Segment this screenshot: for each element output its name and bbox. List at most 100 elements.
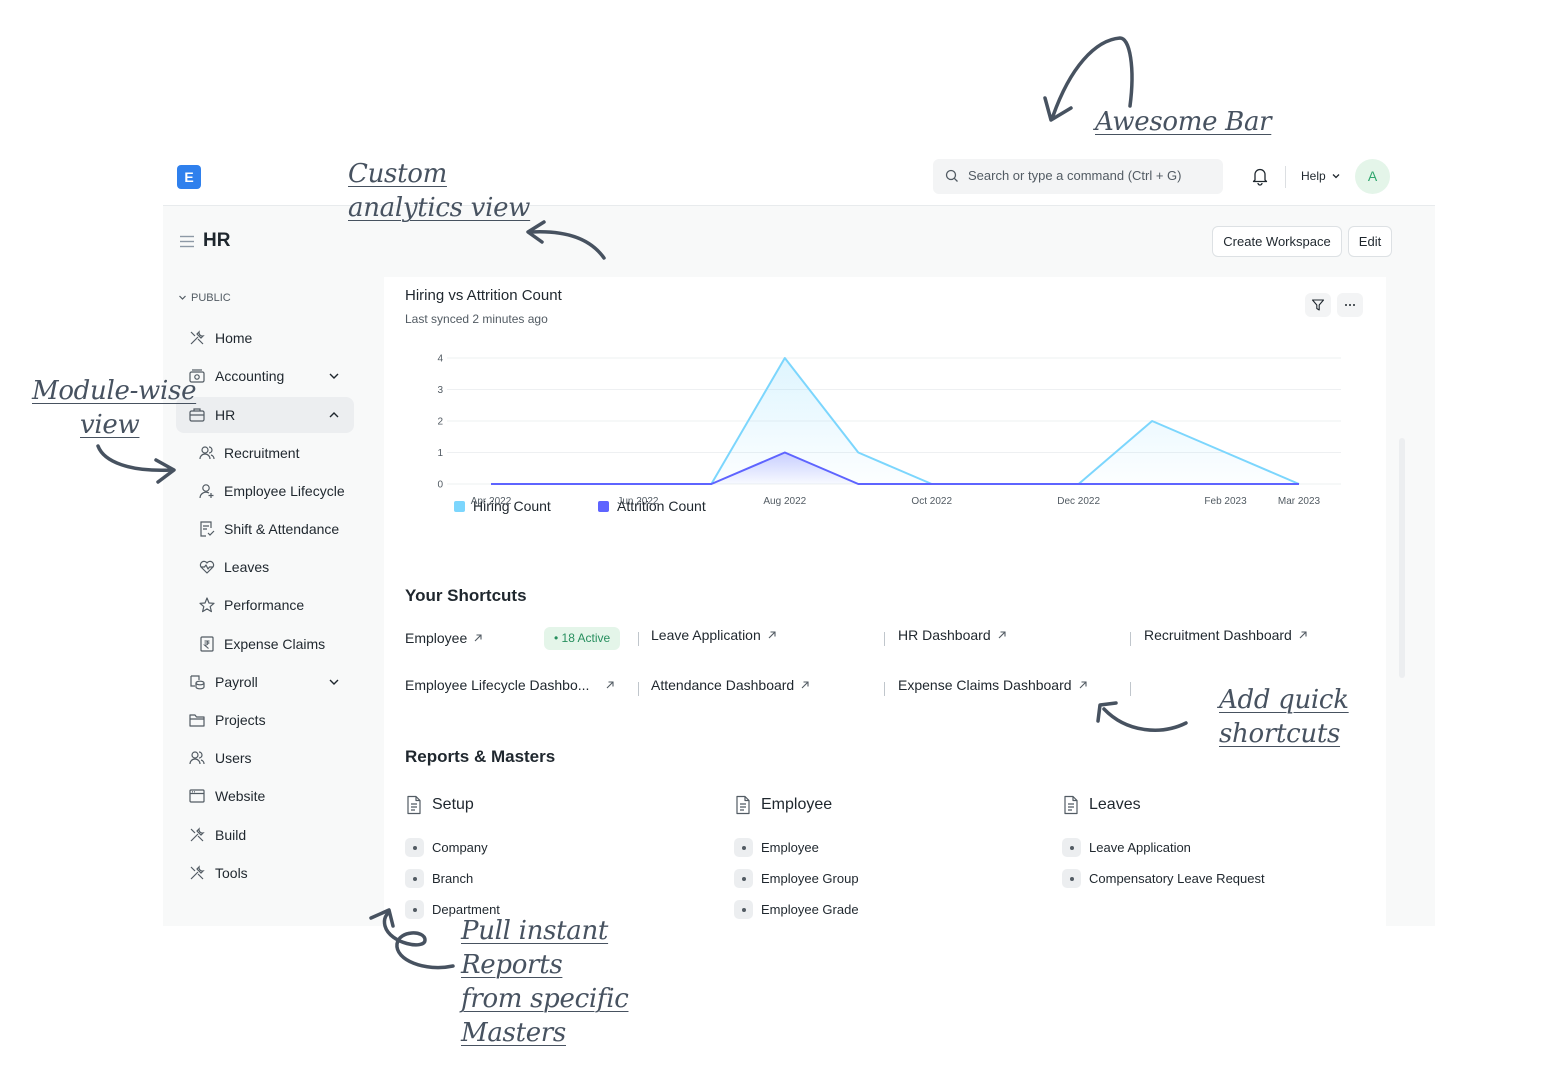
sidebar-item-label: Users bbox=[215, 750, 252, 766]
arrow-up-right-icon bbox=[1299, 631, 1307, 639]
edit-button[interactable]: Edit bbox=[1348, 226, 1392, 257]
chart-menu-button[interactable] bbox=[1337, 293, 1363, 317]
x-tick-label: Oct 2022 bbox=[911, 496, 952, 507]
help-label: Help bbox=[1301, 169, 1326, 183]
report-card-title: Setup bbox=[432, 796, 474, 813]
shortcut-separator bbox=[638, 682, 639, 696]
notification-bell-icon[interactable] bbox=[1251, 166, 1269, 186]
sidebar-item-leaves[interactable]: Leaves bbox=[176, 549, 354, 585]
annotation-module-wise-2: view bbox=[80, 410, 140, 440]
sidebar-item-label: Shift & Attendance bbox=[224, 521, 340, 537]
sidebar-item-recruitment[interactable]: Recruitment bbox=[176, 435, 354, 471]
shortcut-hr-dashboard[interactable]: HR Dashboard bbox=[898, 627, 1007, 649]
report-link-label: Compensatory Leave Request bbox=[1089, 871, 1265, 886]
tools-icon bbox=[190, 865, 205, 880]
page-title: HR bbox=[203, 230, 231, 251]
sidebar-item-tools[interactable]: Tools bbox=[176, 855, 354, 891]
sidebar-item-performance[interactable]: Performance bbox=[176, 587, 354, 623]
attendance-icon bbox=[200, 521, 215, 537]
sidebar-item-employee-lifecycle[interactable]: Employee Lifecycle bbox=[176, 473, 354, 509]
shortcut-expense-claims-dashboard[interactable]: Expense Claims Dashboard bbox=[898, 677, 1088, 699]
sidebar-item-website[interactable]: Website bbox=[176, 778, 354, 814]
annotation-reports-3: from specific bbox=[461, 984, 629, 1014]
sidebar-item-shift-attendance[interactable]: Shift & Attendance bbox=[176, 511, 354, 547]
annotation-arrow-icon bbox=[369, 908, 455, 970]
chart-title: Hiring vs Attrition Count bbox=[405, 287, 562, 304]
shortcut-leave-application[interactable]: Leave Application bbox=[651, 627, 777, 649]
report-link-label: Employee bbox=[761, 840, 819, 855]
document-icon bbox=[1064, 795, 1078, 815]
sidebar-item-projects[interactable]: Projects bbox=[176, 702, 354, 738]
document-icon bbox=[736, 795, 750, 815]
chart-filter-button[interactable] bbox=[1305, 293, 1331, 317]
legend-swatch bbox=[598, 501, 609, 512]
report-card-title: Employee bbox=[761, 796, 833, 813]
chevron-down-icon[interactable] bbox=[328, 371, 340, 381]
navbar-divider bbox=[1285, 166, 1286, 188]
annotation-arrow-icon bbox=[96, 444, 176, 484]
website-icon bbox=[189, 789, 205, 803]
y-tick-label: 3 bbox=[437, 385, 443, 396]
sidebar-item-label: HR bbox=[215, 407, 236, 423]
chevron-down-icon[interactable] bbox=[328, 677, 340, 687]
arrow-up-right-icon bbox=[801, 681, 809, 689]
bullet-icon bbox=[405, 869, 424, 888]
chevron-down-icon bbox=[179, 295, 186, 300]
y-tick-label: 0 bbox=[437, 480, 443, 491]
sidebar-item-accounting[interactable]: Accounting bbox=[176, 358, 354, 394]
awesome-bar[interactable]: Search or type a command (Ctrl + G) bbox=[933, 159, 1223, 194]
sidebar-item-expense-claims[interactable]: Expense Claims bbox=[176, 626, 354, 662]
sidebar-item-hr[interactable]: HR bbox=[176, 397, 354, 433]
report-card-title: Leaves bbox=[1089, 796, 1141, 813]
bullet-icon bbox=[405, 838, 424, 857]
more-icon bbox=[1345, 304, 1355, 306]
sidebar-item-build[interactable]: Build bbox=[176, 817, 354, 853]
bullet-icon bbox=[734, 900, 753, 919]
sidebar-item-label: Website bbox=[215, 788, 266, 804]
help-menu[interactable]: Help bbox=[1301, 169, 1341, 183]
shortcut-employee[interactable]: Employee bbox=[405, 630, 483, 652]
arrow-up-right-icon bbox=[998, 631, 1006, 639]
rupee-icon bbox=[200, 636, 214, 652]
annotation-reports-2: Reports bbox=[461, 950, 563, 980]
report-link-label: Company bbox=[432, 840, 488, 855]
shortcut-separator bbox=[1130, 632, 1131, 646]
chevron-up-icon[interactable] bbox=[328, 410, 340, 420]
chart-last-synced: Last synced 2 minutes ago bbox=[405, 312, 548, 326]
create-workspace-button[interactable]: Create Workspace bbox=[1212, 226, 1342, 257]
report-link-label: Employee Group bbox=[761, 871, 859, 886]
user-avatar[interactable]: A bbox=[1355, 159, 1390, 194]
sidebar-item-payroll[interactable]: Payroll bbox=[176, 664, 354, 700]
heart-icon bbox=[199, 560, 215, 574]
shortcut-separator bbox=[884, 682, 885, 696]
annotation-quick-shortcuts-2: shortcuts bbox=[1219, 719, 1341, 749]
shortcut-separator bbox=[638, 632, 639, 646]
sidebar-item-home[interactable]: Home bbox=[176, 320, 354, 356]
y-tick-label: 1 bbox=[437, 448, 443, 459]
user-add-icon bbox=[199, 484, 214, 499]
folder-icon bbox=[189, 714, 205, 727]
sidebar-toggle-icon[interactable] bbox=[179, 235, 195, 248]
shortcut-label: Employee Lifecycle Dashbo... bbox=[405, 677, 590, 693]
x-tick-label: Feb 2023 bbox=[1204, 496, 1247, 507]
star-icon bbox=[199, 597, 215, 613]
chevron-down-icon bbox=[1332, 174, 1340, 179]
search-icon bbox=[945, 169, 958, 182]
arrow-up-right-icon bbox=[768, 631, 776, 639]
legend-label: Attrition Count bbox=[617, 498, 706, 514]
sidebar-section-public[interactable]: PUBLIC bbox=[178, 292, 231, 304]
annotation-custom-analytics-2: analytics view bbox=[348, 193, 531, 223]
shortcut-attendance-dashboard[interactable]: Attendance Dashboard bbox=[651, 677, 810, 699]
sidebar-item-users[interactable]: Users bbox=[176, 740, 354, 776]
main-scrollbar[interactable] bbox=[1399, 438, 1405, 678]
arrow-up-right-icon bbox=[474, 634, 482, 642]
shortcut-employee-lifecycle-dashboard[interactable]: Employee Lifecycle Dashbo... bbox=[405, 677, 615, 699]
document-icon bbox=[407, 795, 421, 815]
app-logo[interactable]: E bbox=[177, 165, 201, 189]
sidebar-item-label: Employee Lifecycle bbox=[224, 483, 345, 499]
sidebar-item-label: Tools bbox=[215, 865, 248, 881]
shortcut-recruitment-dashboard[interactable]: Recruitment Dashboard bbox=[1144, 627, 1308, 649]
shortcut-label: Attendance Dashboard bbox=[651, 677, 795, 693]
employee-active-badge: • 18 Active bbox=[544, 627, 621, 650]
x-tick-label: Mar 2023 bbox=[1278, 496, 1321, 507]
